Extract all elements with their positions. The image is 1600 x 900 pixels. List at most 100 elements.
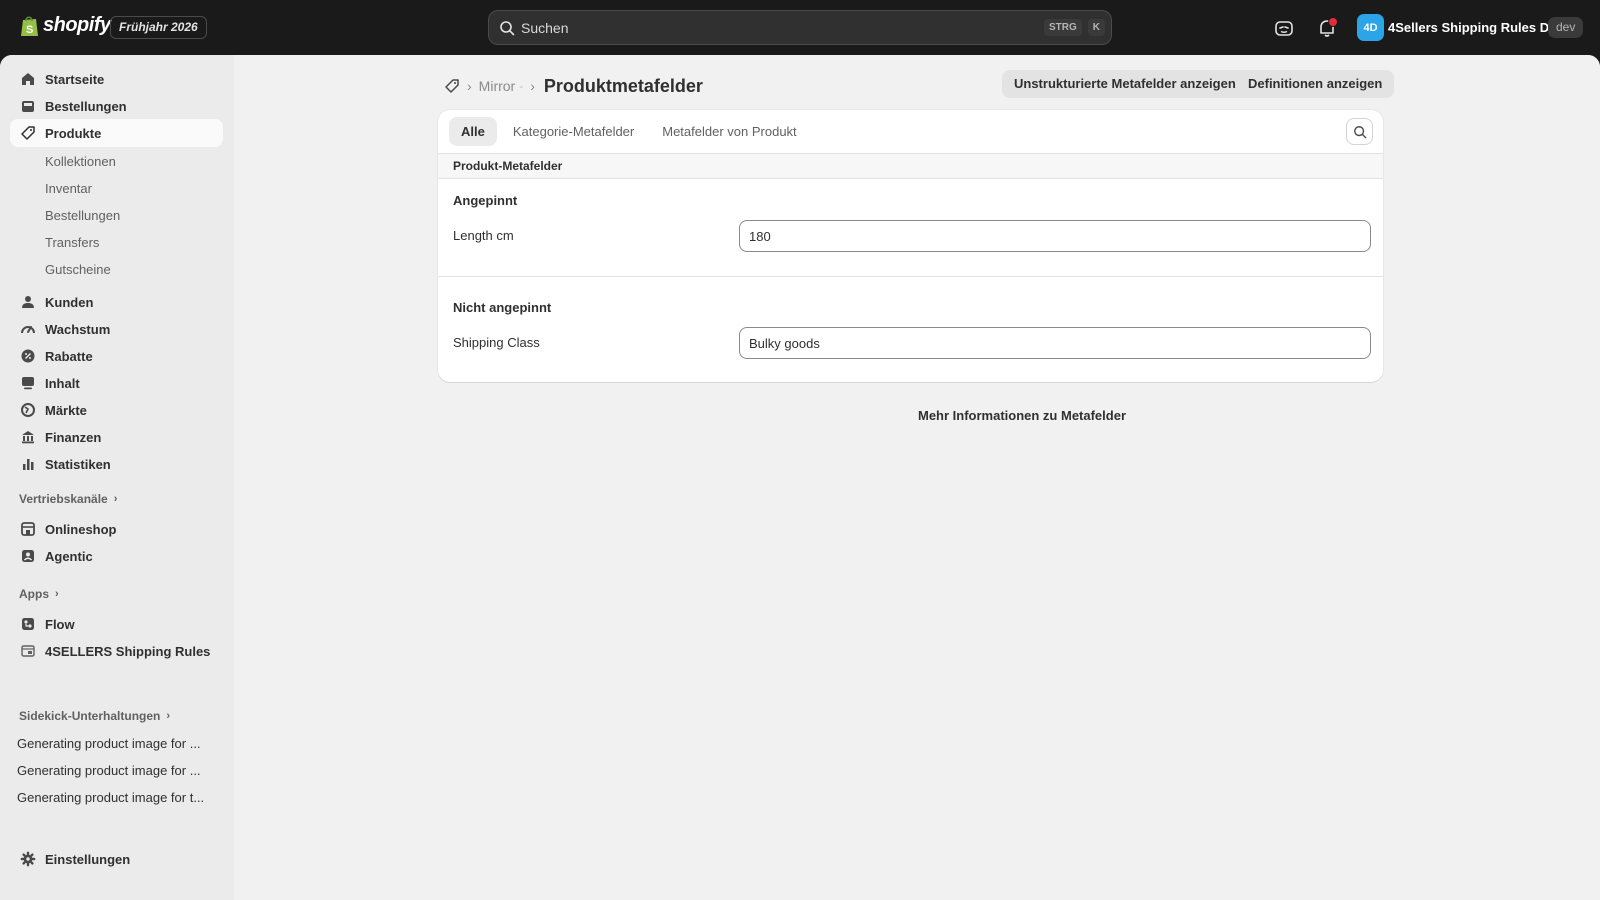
sidebar-item-growth[interactable]: Wachstum bbox=[10, 315, 223, 343]
sidebar-subitem-transfers[interactable]: Transfers bbox=[45, 235, 99, 250]
global-search[interactable]: Suchen STRG K bbox=[488, 10, 1112, 45]
sidebar-item-customers[interactable]: Kunden bbox=[10, 288, 223, 316]
sidekick-icon[interactable] bbox=[1273, 17, 1295, 39]
bank-icon bbox=[22, 431, 34, 444]
sidekick-heading[interactable]: Sidekick-Unterhaltungen › bbox=[19, 709, 170, 723]
search-placeholder: Suchen bbox=[521, 19, 569, 36]
app-icon bbox=[21, 645, 35, 657]
env-badge: dev bbox=[1548, 17, 1584, 38]
sidebar-item-label: Startseite bbox=[45, 71, 105, 87]
apps-heading[interactable]: Apps › bbox=[19, 587, 59, 601]
avatar[interactable]: 4D bbox=[1357, 14, 1384, 41]
metafields-card: Alle Kategorie-Metafelder Metafelder von… bbox=[438, 110, 1383, 382]
edition-badge[interactable]: Frühjahr 2026 bbox=[110, 16, 207, 39]
chevron-right-icon: › bbox=[530, 78, 535, 94]
chevron-right-icon: › bbox=[113, 493, 118, 505]
sidebar-item-products[interactable]: Produkte bbox=[10, 119, 223, 147]
tab-all[interactable]: Alle bbox=[449, 117, 497, 146]
shopify-bag-icon: S bbox=[21, 15, 38, 36]
sidebar-subitem-collections[interactable]: Kollektionen bbox=[45, 154, 116, 169]
pinned-heading: Angepinnt bbox=[453, 193, 518, 208]
agentic-icon bbox=[22, 550, 34, 562]
sidebar-item-flow[interactable]: Flow bbox=[10, 610, 223, 638]
chevron-right-icon: › bbox=[166, 710, 171, 722]
sidekick-conversation[interactable]: Generating product image for ... bbox=[17, 736, 201, 751]
sidebar-item-label: Rabatte bbox=[45, 348, 93, 364]
sidebar-item-content[interactable]: Inhalt bbox=[10, 369, 223, 397]
separator-dash: - bbox=[519, 79, 524, 93]
filter-tabs: Alle Kategorie-Metafelder Metafelder von… bbox=[449, 117, 813, 146]
more-info-container: Mehr Informationen zu Metafelder bbox=[234, 408, 1600, 423]
sidebar-item-label: Statistiken bbox=[45, 456, 111, 472]
sidebar-item-label: Flow bbox=[45, 616, 75, 632]
sidebar-item-settings[interactable]: Einstellungen bbox=[10, 845, 223, 873]
sidebar-item-label: Produkte bbox=[45, 125, 102, 141]
tag-icon bbox=[21, 126, 35, 140]
sidebar-item-orders[interactable]: Bestellungen bbox=[10, 92, 223, 120]
sidebar-item-finances[interactable]: Finanzen bbox=[10, 423, 223, 451]
sidebar-subitem-purchase-orders[interactable]: Bestellungen bbox=[45, 208, 120, 223]
chevron-right-icon: › bbox=[467, 78, 472, 94]
sidebar-item-agentic[interactable]: Agentic bbox=[10, 542, 223, 570]
length-cm-field[interactable] bbox=[739, 220, 1371, 252]
show-definitions-button[interactable]: Definitionen anzeigen bbox=[1236, 70, 1395, 98]
sidebar-subitem-inventory[interactable]: Inventar bbox=[45, 181, 92, 196]
more-info-link[interactable]: Mehr Informationen zu Metafelder bbox=[918, 408, 1126, 423]
section-label: Sidekick-Unterhaltungen bbox=[19, 709, 161, 723]
sidekick-conversation[interactable]: Generating product image for t... bbox=[17, 790, 204, 805]
sidebar-item-label: 4SELLERS Shipping Rules bbox=[45, 643, 211, 659]
shortcut-key-ctrl: STRG bbox=[1043, 19, 1082, 36]
sidekick-conversation[interactable]: Generating product image for ... bbox=[17, 763, 201, 778]
home-icon bbox=[22, 73, 34, 85]
unpinned-heading: Nicht angepinnt bbox=[453, 300, 552, 315]
top-bar: S shopify Frühjahr 2026 Suchen STRG K 4D… bbox=[0, 0, 1600, 55]
search-icon bbox=[500, 20, 515, 35]
sales-channels-heading[interactable]: Vertriebskanäle › bbox=[19, 492, 117, 506]
breadcrumb-parent[interactable]: Mirror bbox=[479, 78, 516, 94]
field-label-shipping-class: Shipping Class bbox=[453, 335, 540, 350]
discount-icon bbox=[21, 349, 35, 363]
inbox-icon bbox=[22, 101, 34, 112]
sidebar-item-markets[interactable]: Märkte bbox=[10, 396, 223, 424]
breadcrumb: › Mirror - › Produktmetafelder bbox=[444, 74, 703, 98]
sidebar-item-discounts[interactable]: Rabatte bbox=[10, 342, 223, 370]
sidebar-item-label: Inhalt bbox=[45, 375, 80, 391]
section-heading: Produkt-Metafelder bbox=[438, 153, 1383, 179]
tab-product-metafields[interactable]: Metafelder von Produkt bbox=[650, 117, 808, 146]
field-label-length: Length cm bbox=[453, 228, 514, 243]
sidebar-item-label: Finanzen bbox=[45, 429, 102, 445]
gear-icon bbox=[20, 851, 36, 867]
page-title: Produktmetafelder bbox=[543, 75, 703, 96]
sidebar-item-label: Agentic bbox=[45, 548, 93, 564]
brand-name: shopify bbox=[43, 14, 111, 36]
notification-badge bbox=[1328, 17, 1338, 27]
sidebar-item-label: Kunden bbox=[45, 294, 94, 310]
card-search-button[interactable] bbox=[1346, 118, 1373, 145]
sidebar-item-home[interactable]: Startseite bbox=[10, 65, 223, 93]
person-icon bbox=[22, 296, 34, 308]
svg-text:S: S bbox=[26, 24, 33, 36]
globe-icon bbox=[21, 403, 35, 417]
sidebar-item-label: Märkte bbox=[45, 402, 87, 418]
shipping-class-field[interactable] bbox=[739, 327, 1371, 359]
sidebar-item-label: Einstellungen bbox=[45, 851, 131, 867]
tab-category-metafields[interactable]: Kategorie-Metafelder bbox=[501, 117, 646, 146]
shopify-logo[interactable]: S shopify bbox=[20, 14, 111, 37]
sidebar: Startseite Bestellungen Produkte Kollekt… bbox=[0, 55, 234, 900]
divider bbox=[438, 276, 1383, 277]
show-unstructured-button[interactable]: Unstrukturierte Metafelder anzeigen bbox=[1002, 70, 1248, 98]
tag-icon[interactable] bbox=[444, 78, 460, 94]
shortcut-key-k: K bbox=[1087, 19, 1105, 36]
sidebar-item-4sellers-shipping-rules[interactable]: 4SELLERS Shipping Rules bbox=[10, 637, 223, 665]
app-frame: Startseite Bestellungen Produkte Kollekt… bbox=[0, 55, 1600, 900]
chevron-right-icon: › bbox=[55, 588, 59, 600]
sidebar-item-label: Onlineshop bbox=[45, 521, 117, 537]
section-label: Vertriebskanäle bbox=[19, 492, 108, 506]
sidebar-item-analytics[interactable]: Statistiken bbox=[10, 450, 223, 478]
section-label: Apps bbox=[19, 587, 49, 601]
sidebar-item-label: Bestellungen bbox=[45, 98, 127, 114]
store-name[interactable]: 4Sellers Shipping Rules D... bbox=[1388, 20, 1560, 35]
sidebar-item-online-store[interactable]: Onlineshop bbox=[10, 515, 223, 543]
sidebar-subitem-gift-cards[interactable]: Gutscheine bbox=[45, 262, 111, 277]
flow-icon bbox=[22, 618, 34, 630]
